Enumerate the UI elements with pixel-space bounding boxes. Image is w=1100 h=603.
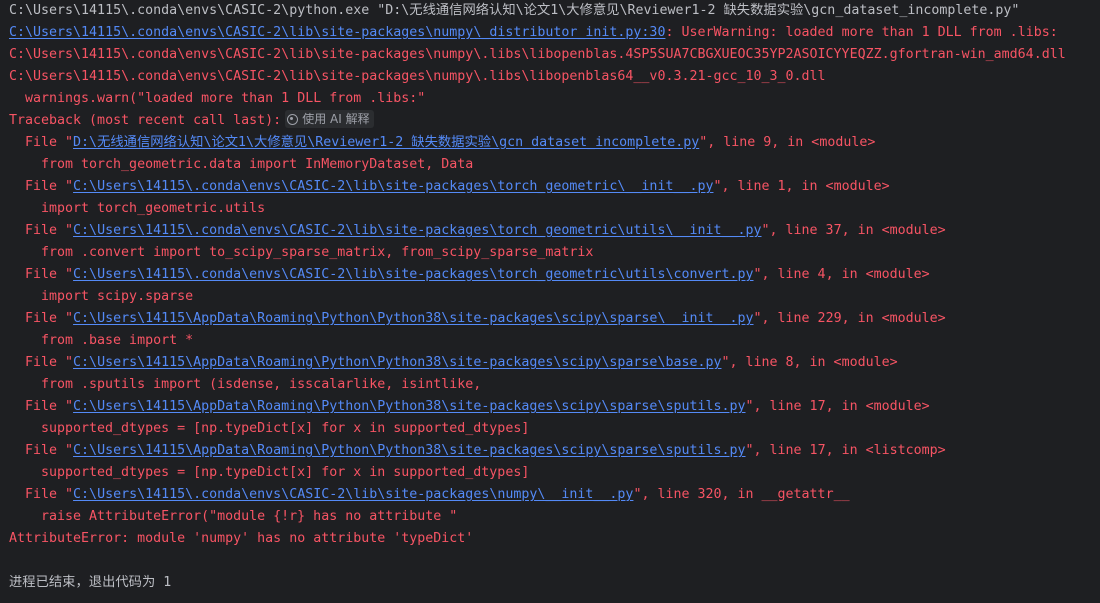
traceback-file-link[interactable]: C:\Users\14115\AppData\Roaming\Python\Py… [73,311,753,326]
traceback-frame-code: from .convert import to_scipy_sparse_mat… [41,245,594,260]
process-exit-message: 进程已结束，退出代码为 1 [9,575,172,590]
command-line: C:\Users\14115\.conda\envs\CASIC-2\pytho… [9,3,1020,18]
user-warning-line: C:\Users\14115\.conda\envs\CASIC-2\lib\s… [9,22,1058,44]
traceback-frame-code: raise AttributeError("module {!r} has no… [41,509,458,524]
file-prefix: File " [25,443,74,458]
frame-location: ", line 17, in <module> [745,399,930,414]
file-prefix: File " [25,267,74,282]
traceback-frame-code: from .base import * [41,333,194,348]
traceback-file-link[interactable]: C:\Users\14115\AppData\Roaming\Python\Py… [73,355,721,370]
warning-message: : UserWarning: loaded more than 1 DLL fr… [665,25,1058,40]
explain-with-ai-button[interactable]: 使用 AI 解释 [285,110,374,128]
traceback-frame-file: File "C:\Users\14115\AppData\Roaming\Pyt… [9,396,930,418]
traceback-file-link[interactable]: C:\Users\14115\.conda\envs\CASIC-2\lib\s… [73,179,713,194]
traceback-frame-file: File "C:\Users\14115\.conda\envs\CASIC-2… [9,264,930,286]
frame-location: ", line 9, in <module> [699,135,876,150]
traceback-frame-file: File "D:\无线通信网络认知\论文1\大修意见\Reviewer1-2 缺… [9,132,875,154]
file-prefix: File " [25,355,74,370]
run-console-output[interactable]: C:\Users\14115\.conda\envs\CASIC-2\pytho… [0,0,1100,603]
dll-path-2: C:\Users\14115\.conda\envs\CASIC-2\lib\s… [9,69,826,84]
traceback-frame-code: from torch_geometric.data import InMemor… [41,157,474,172]
frame-location: ", line 17, in <listcomp> [745,443,946,458]
traceback-frame-code: from .sputils import (isdense, isscalarl… [41,377,482,392]
traceback-file-link[interactable]: C:\Users\14115\.conda\envs\CASIC-2\lib\s… [73,487,633,502]
frame-location: ", line 320, in __getattr__ [633,487,850,502]
traceback-frame-code: import scipy.sparse [41,289,194,304]
traceback-frame-file: File "C:\Users\14115\.conda\envs\CASIC-2… [9,220,946,242]
traceback-frame-file: File "C:\Users\14115\.conda\envs\CASIC-2… [9,176,890,198]
file-prefix: File " [25,223,74,238]
traceback-frame-file: File "C:\Users\14115\AppData\Roaming\Pyt… [9,308,946,330]
explain-with-ai-label: 使用 AI 解释 [302,112,370,126]
file-prefix: File " [25,179,74,194]
frame-location: ", line 8, in <module> [721,355,898,370]
error-message: AttributeError: module 'numpy' has no at… [9,531,474,546]
traceback-frame-code: supported_dtypes = [np.typeDict[x] for x… [41,421,530,436]
traceback-frame-code: supported_dtypes = [np.typeDict[x] for x… [41,465,530,480]
traceback-frame-code: import torch_geometric.utils [41,201,266,216]
traceback-file-link[interactable]: C:\Users\14115\AppData\Roaming\Python\Py… [73,399,745,414]
ai-sparkle-icon [287,114,299,125]
frame-location: ", line 37, in <module> [761,223,946,238]
file-prefix: File " [25,487,74,502]
traceback-header-line: Traceback (most recent call last): 使用 AI … [9,110,374,132]
traceback-header: Traceback (most recent call last): [9,113,282,128]
file-prefix: File " [25,311,74,326]
traceback-file-link[interactable]: C:\Users\14115\.conda\envs\CASIC-2\lib\s… [73,223,761,238]
frame-location: ", line 229, in <module> [753,311,946,326]
traceback-file-link[interactable]: C:\Users\14115\AppData\Roaming\Python\Py… [73,443,745,458]
warning-source-link[interactable]: C:\Users\14115\.conda\envs\CASIC-2\lib\s… [9,25,665,40]
traceback-frame-file: File "C:\Users\14115\AppData\Roaming\Pyt… [9,440,946,462]
traceback-frame-file: File "C:\Users\14115\.conda\envs\CASIC-2… [9,484,850,506]
warning-code-line: warnings.warn("loaded more than 1 DLL fr… [9,91,426,106]
traceback-file-link[interactable]: D:\无线通信网络认知\论文1\大修意见\Reviewer1-2 缺失数据实验\… [73,135,699,150]
file-prefix: File " [25,399,74,414]
traceback-file-link[interactable]: C:\Users\14115\.conda\envs\CASIC-2\lib\s… [73,267,753,282]
file-prefix: File " [25,135,74,150]
dll-path-1: C:\Users\14115\.conda\envs\CASIC-2\lib\s… [9,47,1066,62]
frame-location: ", line 4, in <module> [753,267,930,282]
traceback-frame-file: File "C:\Users\14115\AppData\Roaming\Pyt… [9,352,898,374]
frame-location: ", line 1, in <module> [713,179,890,194]
